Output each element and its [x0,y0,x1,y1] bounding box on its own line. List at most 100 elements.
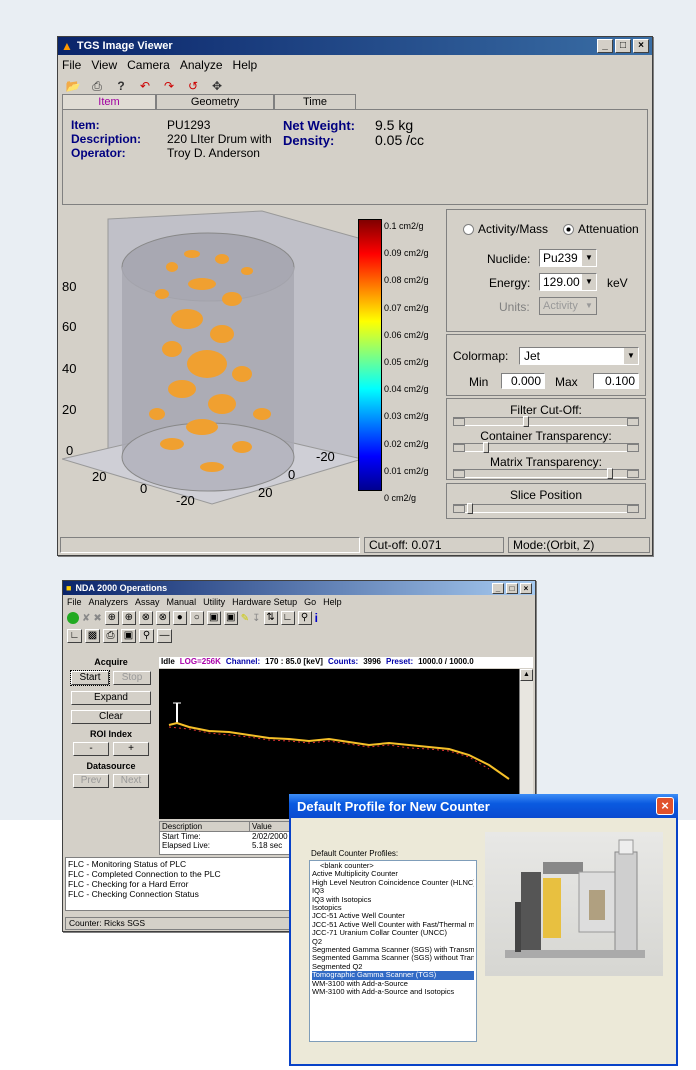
printer-icon[interactable]: ⎙ [103,629,118,643]
cancel-icon[interactable]: ✘ [82,613,90,624]
menu-utility[interactable]: Utility [203,597,225,607]
slider-right-arrow[interactable] [627,470,639,478]
menu-assay[interactable]: Assay [135,597,160,607]
profile-item[interactable]: Active Multiplicity Counter [312,870,474,878]
menu-hardware-setup[interactable]: Hardware Setup [232,597,297,607]
chart-icon[interactable]: ∟ [280,611,295,625]
chevron-down-icon[interactable]: ▼ [582,274,596,290]
profiles-list[interactable]: <blank counter> Active Multiplicity Coun… [309,860,477,1042]
save-icon[interactable]: ▣ [206,611,221,625]
stop-button[interactable]: Stop [113,671,151,685]
close-icon[interactable]: × [656,797,674,815]
counter-icon[interactable]: ⊕ [121,611,136,625]
menu-file[interactable]: File [67,597,82,607]
profile-item[interactable]: <blank counter> [312,862,474,870]
menu-help[interactable]: Help [323,597,342,607]
menu-analyze[interactable]: Analyze [180,58,223,72]
rotate-x-icon[interactable]: ↶ [136,77,154,95]
menu-manual[interactable]: Manual [167,597,197,607]
slider-left-arrow[interactable] [453,505,465,513]
profile-item[interactable]: IQ3 with Isotopics [312,896,474,904]
marker-icon[interactable]: ⇅ [263,611,278,625]
maximize-button[interactable]: □ [506,582,518,594]
dropper-icon[interactable]: ↧ [252,613,260,624]
plot-area[interactable]: 80 60 40 20 0 20 0 -20 -20 0 20 0.1 cm2/… [62,209,442,539]
profile-item[interactable]: JCC-51 Active Well Counter with Fast/The… [312,921,474,929]
stop-icon[interactable]: ✖ [93,613,101,624]
profile-item[interactable]: Isotopics [312,904,474,912]
menu-analyzers[interactable]: Analyzers [89,597,129,607]
counter-icon[interactable]: ⊕ [104,611,119,625]
nda-title-bar[interactable]: ■ NDA 2000 Operations _ □ × [63,581,535,595]
profile-item[interactable]: IQ3 [312,887,474,895]
close-button[interactable]: × [633,39,649,53]
datasource-next-button[interactable]: Next [113,774,149,788]
container-transparency-slider[interactable] [453,442,639,453]
expand-button[interactable]: Expand [71,691,151,705]
rotate-y-icon[interactable]: ↷ [160,77,178,95]
counter-icon[interactable]: ○ [189,611,204,625]
tab-time[interactable]: Time [274,94,356,109]
zoom-icon[interactable]: ⚲ [297,611,312,625]
help-icon[interactable]: ? [112,77,130,95]
go-icon[interactable] [67,612,79,624]
save-icon[interactable]: ▣ [223,611,238,625]
linear-scale-icon[interactable]: ▩ [85,629,100,643]
info-icon[interactable]: i [315,611,318,625]
slider-thumb[interactable] [483,442,489,453]
close-button[interactable]: × [520,582,532,594]
pencil-icon[interactable]: ✎ [241,613,249,624]
chevron-down-icon[interactable]: ▼ [582,250,596,266]
slider-right-arrow[interactable] [627,418,639,426]
profile-item[interactable]: Q2 [312,938,474,946]
counter-icon[interactable]: ⊗ [138,611,153,625]
menu-view[interactable]: View [91,58,117,72]
chevron-down-icon[interactable]: ▼ [582,298,596,314]
open-folder-icon[interactable]: 📂 [64,77,82,95]
nuclide-select[interactable]: Pu239 ▼ [539,249,597,267]
filter-cutoff-slider[interactable] [453,416,639,427]
clear-button[interactable]: Clear [71,710,151,724]
profile-item[interactable]: JCC-71 Uranium Collar Counter (UNCC) [312,929,474,937]
tgs-title-bar[interactable]: ▲ TGS Image Viewer _ □ × [58,37,652,55]
slider-left-arrow[interactable] [453,444,465,452]
profile-item-selected[interactable]: Tomographic Gamma Scanner (TGS) [312,971,474,980]
tab-item[interactable]: Item [62,94,156,109]
slider-left-arrow[interactable] [453,418,465,426]
slider-thumb[interactable] [523,416,529,427]
profile-item[interactable]: JCC-51 Active Well Counter [312,912,474,920]
slider-right-arrow[interactable] [627,444,639,452]
chevron-down-icon[interactable]: ▼ [624,348,638,364]
profile-item[interactable]: High Level Neutron Coincidence Counter (… [312,879,474,887]
menu-file[interactable]: File [62,58,81,72]
slider-left-arrow[interactable] [453,470,465,478]
camera-icon[interactable]: ▣ [121,629,136,643]
units-select[interactable]: Activity ▼ [539,297,597,315]
profile-item[interactable]: WM-3100 with Add-a-Source and Isotopics [312,988,474,996]
roi-prev-button[interactable]: - [73,742,109,756]
menu-camera[interactable]: Camera [127,58,170,72]
scroll-up-icon[interactable]: ▲ [520,669,533,681]
zoom-icon[interactable]: ⚲ [139,629,154,643]
minus-icon[interactable]: — [157,629,172,643]
menu-go[interactable]: Go [304,597,316,607]
profile-item[interactable]: Segmented Q2 [312,963,474,971]
matrix-transparency-slider[interactable] [453,468,639,479]
start-button[interactable]: Start [70,670,110,686]
energy-select[interactable]: 129.00 ▼ [539,273,597,291]
datasource-prev-button[interactable]: Prev [73,774,109,788]
slider-thumb[interactable] [607,468,613,479]
roi-next-button[interactable]: + [113,742,149,756]
maximize-button[interactable]: □ [615,39,631,53]
slider-thumb[interactable] [467,503,473,514]
radio-attenuation[interactable]: Attenuation [563,222,645,236]
counter-icon[interactable]: ⊗ [155,611,170,625]
tab-geometry[interactable]: Geometry [156,94,274,109]
dialog-title-bar[interactable]: Default Profile for New Counter × [289,794,678,818]
printer-icon[interactable]: ⎙ [88,77,106,95]
rotate-z-icon[interactable]: ↺ [184,77,202,95]
radio-activity-mass[interactable]: Activity/Mass [463,222,548,236]
log-scale-icon[interactable]: ∟ [67,629,82,643]
menu-help[interactable]: Help [233,58,258,72]
slider-right-arrow[interactable] [627,505,639,513]
